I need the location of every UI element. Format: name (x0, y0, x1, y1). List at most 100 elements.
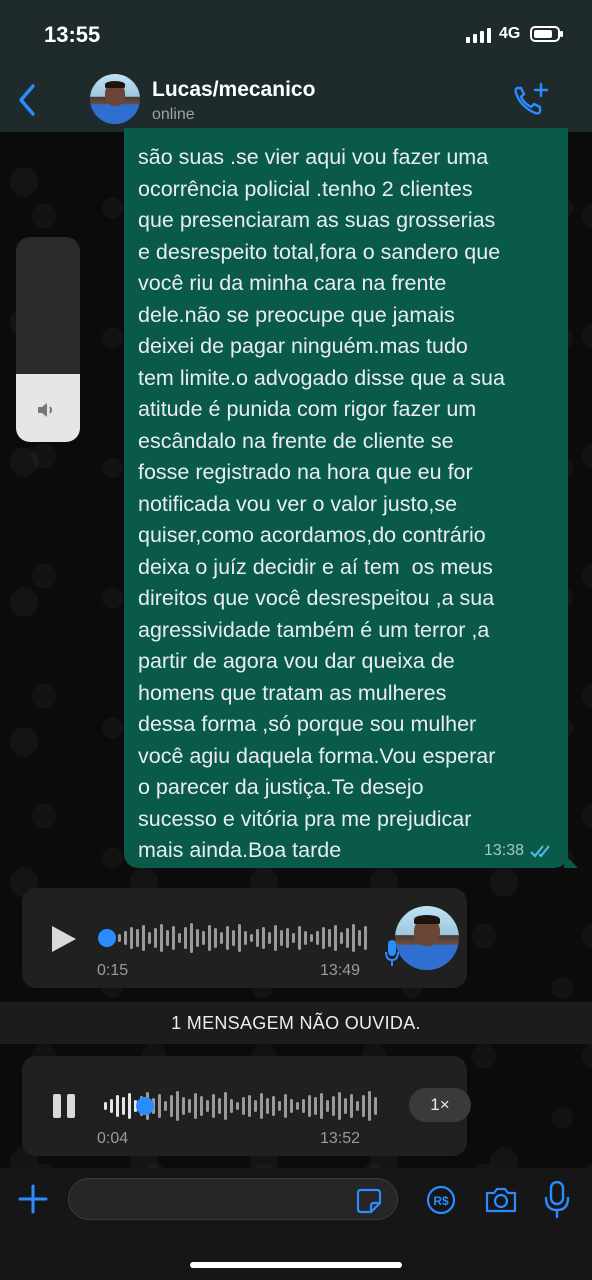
waveform-bar (302, 1099, 305, 1113)
waveform-bar (326, 1100, 329, 1112)
waveform-bar (208, 925, 211, 951)
waveform-bar (184, 927, 187, 949)
waveform-bar (220, 932, 223, 944)
status-time: 13:55 (44, 22, 101, 47)
sticker-icon[interactable] (356, 1188, 382, 1214)
waveform-bar (190, 923, 193, 953)
waveform[interactable] (118, 920, 367, 956)
signal-icon (466, 28, 491, 43)
volume-slider[interactable] (16, 237, 80, 442)
waveform-bar (158, 1094, 161, 1118)
waveform-bar (226, 926, 229, 950)
waveform-bar (136, 929, 139, 947)
camera-icon[interactable] (484, 1186, 518, 1214)
chat-header: Lucas/mecanico online (0, 70, 592, 132)
waveform-bar (320, 1093, 323, 1119)
waveform-bar (356, 1101, 359, 1111)
waveform-bar (230, 1099, 233, 1113)
status-bar: 13:55 4G (0, 0, 592, 70)
waveform-bar (334, 925, 337, 951)
voice-time: 13:52 (320, 1130, 361, 1147)
waveform-bar (224, 1092, 227, 1120)
waveform-bar (202, 931, 205, 945)
waveform-bar (358, 930, 361, 946)
play-icon[interactable] (52, 926, 76, 952)
waveform-bar (314, 1097, 317, 1115)
waveform-bar (286, 928, 289, 948)
waveform-bar (142, 925, 145, 951)
waveform-bar (122, 1097, 125, 1115)
waveform-bar (206, 1100, 209, 1112)
waveform-bar (292, 933, 295, 943)
voice-elapsed: 0:04 (97, 1130, 129, 1147)
message-meta: 13:38 (484, 842, 554, 860)
waveform-bar (316, 931, 319, 945)
contact-avatar[interactable] (90, 74, 140, 124)
waveform-bar (368, 1091, 371, 1121)
waveform-bar (296, 1102, 299, 1110)
voice-message-playing[interactable]: 0:04 13:52 1× (22, 1056, 471, 1156)
voice-time: 13:49 (320, 962, 361, 979)
waveform-bar (340, 932, 343, 944)
network-label: 4G (499, 25, 521, 42)
battery-icon (530, 26, 563, 42)
waveform-bar (322, 927, 325, 949)
voice-message[interactable]: 0:15 13:49 (22, 888, 467, 988)
waveform-bar (130, 927, 133, 949)
playback-scrubber[interactable] (98, 929, 116, 947)
waveform-bar (290, 1099, 293, 1113)
sender-avatar (395, 906, 459, 970)
message-time: 13:38 (483, 842, 524, 859)
svg-text:R$: R$ (433, 1194, 449, 1208)
waveform-bar (170, 1095, 173, 1117)
contact-name[interactable]: Lucas/mecanico (152, 78, 315, 102)
back-icon[interactable] (16, 82, 40, 118)
home-indicator (190, 1262, 402, 1268)
playback-speed-button[interactable]: 1× (409, 1088, 471, 1122)
waveform-bar (262, 927, 265, 949)
waveform-bar (104, 1102, 107, 1110)
waveform-bar (196, 929, 199, 947)
waveform-bar (148, 932, 151, 944)
unread-banner: 1 MENSAGEM NÃO OUVIDA. (0, 1002, 592, 1044)
waveform-bar (272, 1096, 275, 1116)
playback-scrubber[interactable] (136, 1097, 154, 1115)
mic-icon[interactable] (544, 1181, 570, 1219)
waveform-bar (116, 1095, 119, 1117)
waveform-bar (164, 1101, 167, 1111)
payment-icon[interactable]: R$ (426, 1185, 456, 1215)
bubble-tail (564, 854, 578, 868)
waveform-bar (212, 1094, 215, 1118)
waveform-bar (346, 928, 349, 948)
waveform-bar (268, 932, 271, 944)
message-text: são suas .se vier aqui vou fazer uma oco… (138, 145, 505, 862)
read-receipt-icon (530, 845, 550, 858)
waveform-bar (350, 1094, 353, 1118)
waveform-bar (128, 1093, 131, 1119)
plus-icon[interactable] (18, 1184, 48, 1214)
waveform-bar (176, 1091, 179, 1121)
waveform-bar (310, 934, 313, 942)
waveform-bar (338, 1092, 341, 1120)
add-call-icon[interactable] (512, 82, 550, 118)
waveform-bar (254, 1100, 257, 1112)
waveform-bar (118, 934, 121, 942)
waveform-bar (260, 1093, 263, 1119)
waveform-bar (304, 931, 307, 945)
waveform-bar (374, 1097, 377, 1115)
waveform-bar (194, 1093, 197, 1119)
waveform-bar (328, 929, 331, 947)
waveform-bar (110, 1099, 113, 1113)
waveform-bar (182, 1097, 185, 1115)
outgoing-message-bubble[interactable]: são suas .se vier aqui vou fazer uma oco… (124, 128, 578, 868)
message-input[interactable] (68, 1178, 398, 1220)
waveform-bar (364, 926, 367, 950)
waveform-bar (200, 1096, 203, 1116)
waveform-bar (256, 929, 259, 947)
waveform-bar (238, 924, 241, 952)
waveform-bar (248, 1095, 251, 1117)
waveform-bar (172, 926, 175, 950)
waveform-bar (188, 1099, 191, 1113)
waveform-bar (352, 924, 355, 952)
pause-icon[interactable] (53, 1094, 77, 1118)
